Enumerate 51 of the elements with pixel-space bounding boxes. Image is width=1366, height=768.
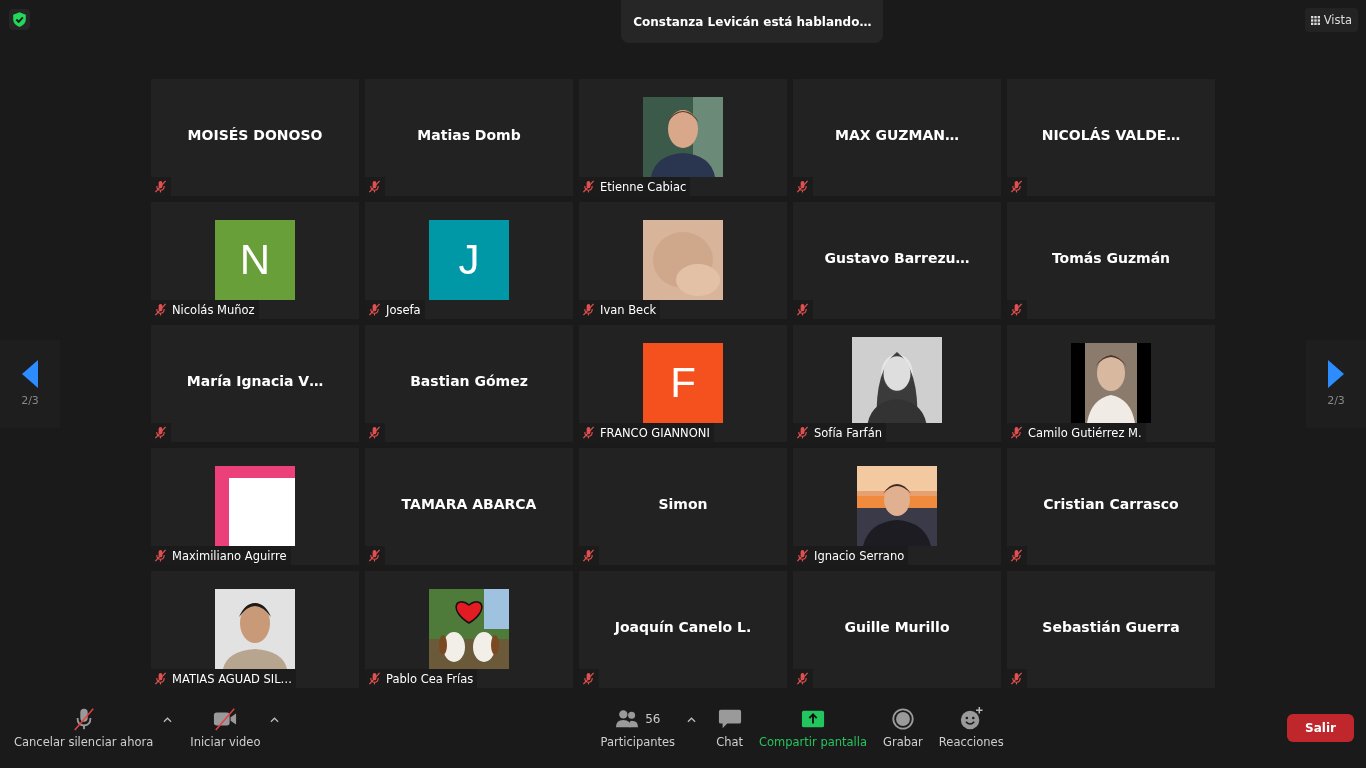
video-off-icon	[213, 707, 238, 731]
smiley-add-icon	[959, 707, 984, 731]
unmute-button[interactable]: Cancelar silenciar ahora	[8, 703, 160, 753]
participant-name: Simon	[658, 496, 708, 512]
start-video-button[interactable]: Iniciar video	[184, 703, 267, 753]
participants-button[interactable]: 56 Participantes	[594, 703, 682, 753]
avatar-initial: N	[215, 220, 295, 300]
speaker-notification: Constanza Levicán está hablando…	[621, 0, 884, 43]
caret-icon[interactable]	[163, 717, 173, 723]
chat-button[interactable]: Chat	[710, 703, 749, 753]
participant-name: Gustavo Barrezu…	[824, 250, 970, 266]
participant-name: Joaquín Canelo L.	[614, 619, 752, 635]
participant-name: Maximiliano Aguirre	[172, 548, 287, 563]
participant-name: MATIAS AGUAD SIL…	[172, 671, 293, 686]
leave-button[interactable]: Salir	[1287, 714, 1354, 742]
participant-name: María Ignacia V…	[186, 373, 324, 389]
participant-name: MAX GUZMAN…	[835, 127, 959, 143]
participant-name: Tomás Guzmán	[1051, 250, 1171, 266]
caret-icon[interactable]	[270, 717, 280, 723]
share-screen-button[interactable]: Compartir pantalla	[753, 703, 874, 753]
participant-name: Sebastián Guerra	[1042, 619, 1180, 635]
previous-page-button[interactable]: 2/3	[0, 339, 60, 428]
caret-icon[interactable]	[687, 717, 697, 723]
participant-name: Ignacio Serrano	[814, 548, 905, 563]
participant-name: Sofía Farfán	[814, 425, 882, 440]
participant-name: Etienne Cabiac	[600, 179, 687, 194]
participant-name: Cristian Carrasco	[1043, 496, 1179, 512]
participant-name: Pablo Cea Frías	[386, 671, 474, 686]
muted-microphone-icon	[71, 707, 96, 731]
next-page-button[interactable]: 2/3	[1306, 339, 1366, 428]
participant-name: MOISÉS DONOSO	[187, 127, 323, 143]
participant-name: Camilo Gutiérrez M.	[1028, 425, 1142, 440]
record-icon	[890, 707, 915, 731]
grid-icon	[1310, 15, 1320, 25]
reactions-button[interactable]: Reacciones	[932, 703, 1010, 753]
participant-name: TAMARA ABARCA	[401, 496, 537, 512]
participant-name: Matias Domb	[417, 127, 521, 143]
participant-name: Josefa	[386, 302, 421, 317]
participant-name: FRANCO GIANNONI	[600, 425, 710, 440]
participant-name: NICOLÁS VALDE…	[1041, 127, 1181, 143]
security-shield-icon[interactable]	[9, 9, 30, 30]
participant-name: Nicolás Muñoz	[172, 302, 255, 317]
record-button[interactable]: Grabar	[877, 703, 929, 753]
participant-name: Ivan Beck	[600, 302, 657, 317]
avatar-initial: F	[643, 343, 723, 423]
view-button[interactable]: Vista	[1304, 8, 1358, 32]
avatar-initial: J	[429, 220, 509, 300]
right-arrow-icon	[1328, 360, 1344, 388]
participant-name: Bastian Gómez	[410, 373, 528, 389]
left-arrow-icon	[22, 360, 38, 388]
participant-name: Guille Murillo	[844, 619, 950, 635]
